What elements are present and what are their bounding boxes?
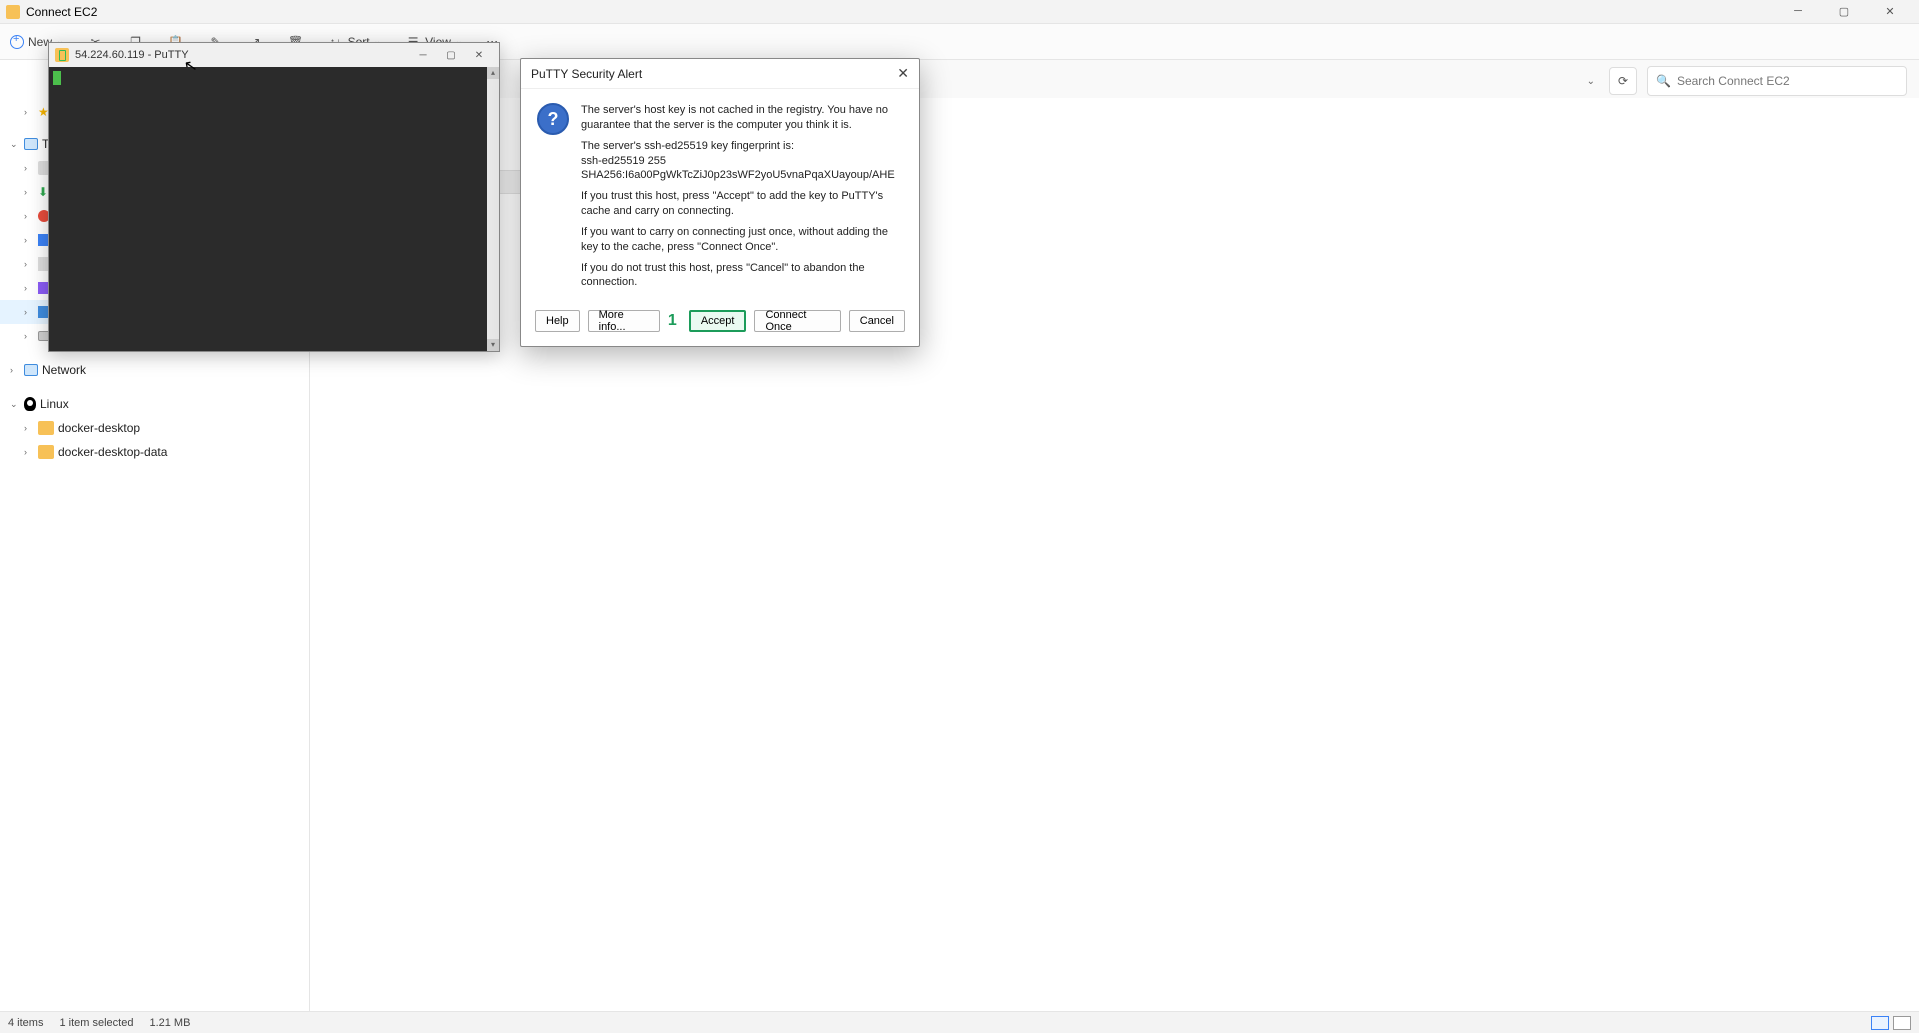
folder-icon bbox=[38, 421, 54, 435]
putty-scrollbar[interactable]: ▴ ▾ bbox=[487, 67, 499, 351]
putty-minimize-button[interactable]: ─ bbox=[409, 50, 437, 61]
sidebar-label: Network bbox=[42, 363, 86, 377]
putty-icon bbox=[55, 48, 69, 62]
putty-window: 54.224.60.119 - PuTTY ─ ▢ ✕ ▴ ▾ bbox=[48, 42, 500, 352]
chevron-right-icon: › bbox=[24, 235, 34, 245]
network-icon bbox=[24, 364, 38, 376]
cancel-button[interactable]: Cancel bbox=[849, 310, 905, 332]
sidebar-label: Linux bbox=[40, 397, 69, 411]
minimize-button[interactable]: ─ bbox=[1783, 5, 1813, 18]
statusbar: 4 items 1 item selected 1.21 MB bbox=[0, 1011, 1919, 1033]
folder-icon bbox=[6, 5, 20, 19]
search-box[interactable]: 🔍 Search Connect EC2 bbox=[1647, 66, 1907, 96]
scroll-up-icon[interactable]: ▴ bbox=[487, 67, 499, 79]
view-mode-icons bbox=[1871, 1016, 1911, 1030]
details-view-icon[interactable] bbox=[1871, 1016, 1889, 1030]
address-dropdown-icon[interactable]: ⌄ bbox=[1583, 76, 1599, 87]
dialog-text: The server's host key is not cached in t… bbox=[581, 103, 903, 296]
address-row: ⌄ ⟳ 🔍 Search Connect EC2 bbox=[1583, 66, 1907, 96]
window-controls: ─ ▢ ✕ bbox=[1783, 5, 1913, 18]
chevron-right-icon: › bbox=[24, 307, 34, 317]
chevron-right-icon: › bbox=[24, 259, 34, 269]
window-title: Connect EC2 bbox=[26, 5, 97, 19]
chevron-right-icon: › bbox=[24, 447, 34, 457]
pc-icon bbox=[24, 138, 38, 150]
putty-window-controls: ─ ▢ ✕ bbox=[409, 50, 493, 61]
status-items: 4 items bbox=[8, 1017, 43, 1029]
putty-close-button[interactable]: ✕ bbox=[465, 50, 493, 61]
sidebar-item-docker-desktop[interactable]: › docker-desktop bbox=[0, 416, 309, 440]
sidebar-item-docker-desktop-data[interactable]: › docker-desktop-data bbox=[0, 440, 309, 464]
dialog-paragraph: The server's ssh-ed25519 key fingerprint… bbox=[581, 139, 903, 184]
chevron-right-icon: › bbox=[24, 211, 34, 221]
status-selected: 1 item selected bbox=[59, 1017, 133, 1029]
chevron-right-icon: › bbox=[24, 283, 34, 293]
dialog-title: PuTTY Security Alert bbox=[531, 67, 642, 81]
dialog-close-button[interactable]: ✕ bbox=[897, 65, 909, 82]
annotation-number: 1 bbox=[668, 312, 677, 330]
dialog-paragraph: If you do not trust this host, press "Ca… bbox=[581, 261, 903, 291]
download-icon: ⬇ bbox=[38, 185, 48, 199]
putty-terminal[interactable] bbox=[49, 67, 487, 351]
chevron-right-icon: › bbox=[24, 187, 34, 197]
status-size: 1.21 MB bbox=[149, 1017, 190, 1029]
chevron-down-icon: ⌄ bbox=[10, 139, 20, 150]
plus-icon bbox=[10, 35, 24, 49]
dialog-paragraph: If you want to carry on connecting just … bbox=[581, 225, 903, 255]
terminal-cursor bbox=[53, 71, 61, 85]
dialog-actions: Help More info... 1 Accept Connect Once … bbox=[521, 304, 919, 346]
dialog-titlebar[interactable]: PuTTY Security Alert ✕ bbox=[521, 59, 919, 89]
connect-once-button[interactable]: Connect Once bbox=[754, 310, 840, 332]
chevron-right-icon: › bbox=[10, 365, 20, 375]
refresh-icon: ⟳ bbox=[1618, 74, 1628, 88]
folder-icon bbox=[38, 445, 54, 459]
chevron-right-icon: › bbox=[24, 331, 34, 341]
chevron-right-icon: › bbox=[24, 163, 34, 173]
chevron-right-icon: › bbox=[24, 423, 34, 433]
refresh-button[interactable]: ⟳ bbox=[1609, 67, 1637, 95]
accept-button[interactable]: Accept bbox=[689, 310, 747, 332]
chevron-down-icon: ⌄ bbox=[10, 399, 20, 410]
putty-titlebar[interactable]: 54.224.60.119 - PuTTY ─ ▢ ✕ bbox=[49, 43, 499, 67]
thumbnails-view-icon[interactable] bbox=[1893, 1016, 1911, 1030]
sidebar-label: docker-desktop-data bbox=[58, 445, 167, 459]
sidebar-item-linux[interactable]: ⌄ Linux bbox=[0, 392, 309, 416]
dialog-body: ? The server's host key is not cached in… bbox=[521, 89, 919, 304]
putty-maximize-button[interactable]: ▢ bbox=[437, 50, 465, 61]
penguin-icon bbox=[24, 397, 36, 411]
maximize-button[interactable]: ▢ bbox=[1829, 5, 1859, 18]
dialog-paragraph: The server's host key is not cached in t… bbox=[581, 103, 903, 133]
chevron-right-icon: › bbox=[24, 107, 34, 117]
putty-title: 54.224.60.119 - PuTTY bbox=[75, 49, 189, 61]
question-icon: ? bbox=[537, 103, 569, 135]
explorer-titlebar: Connect EC2 ─ ▢ ✕ bbox=[0, 0, 1919, 24]
security-alert-dialog: PuTTY Security Alert ✕ ? The server's ho… bbox=[520, 58, 920, 347]
more-info-button[interactable]: More info... bbox=[588, 310, 660, 332]
close-button[interactable]: ✕ bbox=[1875, 5, 1905, 18]
help-button[interactable]: Help bbox=[535, 310, 580, 332]
dialog-paragraph: If you trust this host, press "Accept" t… bbox=[581, 189, 903, 219]
search-placeholder: Search Connect EC2 bbox=[1677, 74, 1790, 88]
scroll-down-icon[interactable]: ▾ bbox=[487, 339, 499, 351]
sidebar-item-network[interactable]: › Network bbox=[0, 358, 309, 382]
search-icon: 🔍 bbox=[1656, 74, 1671, 88]
sidebar-label: docker-desktop bbox=[58, 421, 140, 435]
